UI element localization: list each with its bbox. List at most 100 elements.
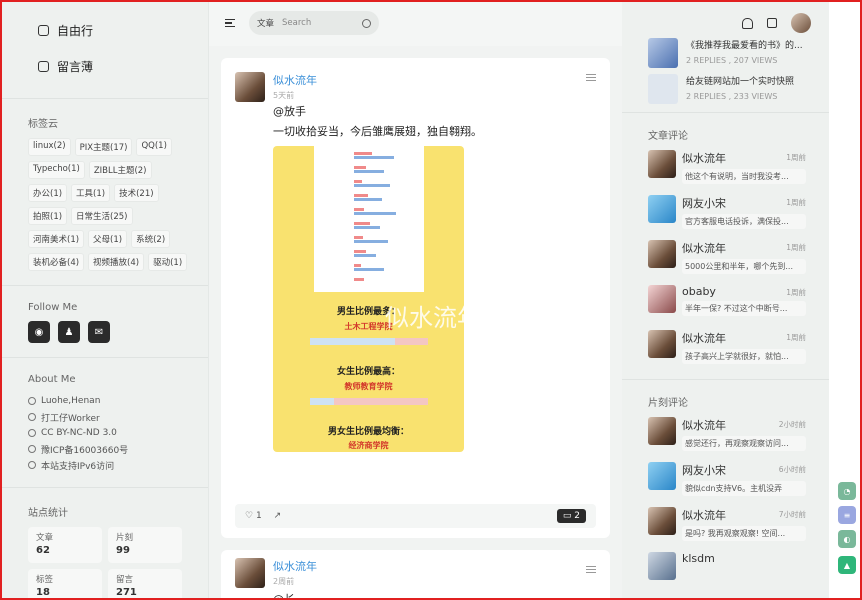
comment-count-button[interactable]: ▭ 2 [556,509,586,523]
trending-item[interactable]: 给友链网站加一个实时快照 2 REPLIES , 233 VIEWS [622,74,829,104]
comment-author[interactable]: 似水流年 [682,330,726,346]
trending-item[interactable]: 《我推荐我最爱看的书》的... 2 REPLIES , 207 VIEWS [622,38,829,68]
comment-author[interactable]: obaby [682,285,716,298]
tag-item[interactable]: 装机必备(4) [28,253,85,271]
comment-count: 2 [574,511,580,521]
comment-item[interactable]: obaby 1周前 半年一保? 不过这个中断号... [622,285,829,330]
trending-meta: 2 REPLIES , 207 VIEWS [686,56,778,65]
user-avatar[interactable] [791,13,811,33]
about-text: CC BY-NC-ND 3.0 [41,428,117,438]
comment-text[interactable]: 孩子高兴上学就很好，就怕... [682,349,806,364]
comment-author[interactable]: 似水流年 [682,240,726,256]
tag-item[interactable]: 技术(21) [114,184,159,202]
search-icon[interactable] [362,18,371,28]
comment-author[interactable]: 网友小宋 [682,195,726,211]
copyright-icon [28,429,36,437]
comment-text[interactable]: 感觉还行，再观察观察访问... [682,436,806,451]
clock-icon[interactable]: ◔ [838,482,856,500]
back-to-top-icon[interactable]: ▲ [838,556,856,574]
avatar[interactable] [235,72,265,102]
about-text: Luohe,Henan [41,396,101,406]
nav-item-liuyanbo[interactable]: 留言薄 [0,48,208,84]
avatar[interactable] [648,552,676,580]
comment-text[interactable]: 半年一保? 不过这个中断号... [682,301,806,316]
comment-item[interactable]: 网友小宋 6小时前 貌似cdn支持V6。主机没弄 [622,462,829,507]
infographic-female-school: 教师教育学院 [344,382,393,391]
tag-item[interactable]: linux(2) [28,138,71,156]
tag-item[interactable]: 父母(1) [88,230,128,248]
avatar[interactable] [648,285,676,313]
more-menu-icon[interactable] [586,566,596,573]
comment-item[interactable]: 似水流年 1周前 孩子高兴上学就很好，就怕... [622,330,829,375]
tag-item[interactable]: 河南美术(1) [28,230,85,248]
tag-item[interactable]: Typecho(1) [28,161,85,179]
post-author[interactable]: 似水流年 [273,72,317,88]
avatar[interactable] [648,507,676,535]
tag-item[interactable]: 拍照(1) [28,207,68,225]
comment-item[interactable]: 似水流年 1周前 5000公里和半年，哪个先到... [622,240,829,285]
weibo-icon[interactable]: ◉ [28,321,50,343]
avatar[interactable] [648,195,676,223]
compose-icon[interactable] [767,18,777,28]
comment-item[interactable]: 似水流年 1周前他这个有说明，当时我没考... [622,150,829,195]
comment-item[interactable]: 似水流年 7小时前 是吗? 我再观察观察! 空间... [622,507,829,552]
nav-item-ziyouxing[interactable]: 自由行 [0,12,208,48]
tag-item[interactable]: 驱动(1) [148,253,188,271]
avatar[interactable] [648,462,676,490]
avatar[interactable] [648,150,676,178]
comment-author[interactable]: 似水流年 [682,150,726,166]
tag-item[interactable]: QQ(1) [136,138,172,156]
about-icp[interactable]: 豫ICP备16003660号 [0,441,208,457]
theme-icon[interactable]: ◐ [838,530,856,548]
comment-author[interactable]: klsdm [682,552,715,565]
stat-label: 文章 [36,533,54,543]
comment-text[interactable]: 5000公里和半年，哪个先到... [682,259,806,274]
tag-item[interactable]: 系统(2) [131,230,171,248]
post-card: 似水流年 2周前 @长 [221,550,610,600]
watermark: 似水流年 [385,304,481,332]
comment-body: 网友小宋 1周前 官方客服电话投诉，满保投... [682,195,806,240]
comment-body: klsdm [682,552,806,597]
avatar[interactable] [648,330,676,358]
comment-item[interactable]: klsdm [622,552,829,597]
search-type-select[interactable]: 文章 [257,17,274,29]
comment-author[interactable]: 似水流年 [682,417,726,433]
trending-title[interactable]: 给友链网站加一个实时快照 [686,74,794,87]
right-sidebar: 《我推荐我最爱看的书》的... 2 REPLIES , 207 VIEWS 给友链… [622,0,829,600]
about-text: 本站支持IPv6访问 [41,461,115,472]
comment-header: 网友小宋 6小时前 [682,462,806,478]
comment-text[interactable]: 是吗? 我再观察观察! 空间... [682,526,806,541]
like-button[interactable]: ♡ 1 [245,511,262,521]
avatar[interactable] [648,240,676,268]
comment-text[interactable]: 貌似cdn支持V6。主机没弄 [682,481,806,496]
avatar[interactable] [648,417,676,445]
stat-messages: 留言 271 [108,569,182,600]
share-icon[interactable]: ↗ [274,511,282,521]
comment-text[interactable]: 官方客服电话投诉，满保投... [682,214,806,229]
mail-icon[interactable]: ✉ [88,321,110,343]
list-icon[interactable]: ≡ [838,506,856,524]
comment-author[interactable]: 似水流年 [682,507,726,523]
left-sidebar: 自由行 留言薄 标签云 linux(2) PIX主题(17) QQ(1) Typech… [0,0,209,600]
tag-item[interactable]: 工具(1) [71,184,111,202]
search-box[interactable]: 文章 Search [249,11,379,35]
trending-title[interactable]: 《我推荐我最爱看的书》的... [686,38,803,51]
more-menu-icon[interactable] [586,74,596,81]
comment-text[interactable]: 他这个有说明，当时我没考... [682,169,806,184]
avatar[interactable] [235,558,265,588]
bell-icon[interactable] [742,17,753,29]
tag-item[interactable]: 视频播放(4) [88,253,145,271]
tag-item[interactable]: 日常生活(25) [71,207,133,225]
post-author[interactable]: 似水流年 [273,558,317,574]
menu-icon[interactable] [225,19,235,27]
comment-item[interactable]: 似水流年 2小时前 感觉还行，再观察观察访问... [622,417,829,462]
search-input[interactable]: Search [282,18,311,28]
comment-time: 1周前 [786,153,806,162]
tag-item[interactable]: PIX主题(17) [74,138,133,156]
tag-item[interactable]: ZIBLL主题(2) [88,161,152,179]
comment-author[interactable]: 网友小宋 [682,462,726,478]
stat-moments: 片刻 99 [108,527,182,563]
comment-item[interactable]: 网友小宋 1周前 官方客服电话投诉，满保投... [622,195,829,240]
qq-icon[interactable]: ♟ [58,321,80,343]
tag-item[interactable]: 办公(1) [28,184,68,202]
